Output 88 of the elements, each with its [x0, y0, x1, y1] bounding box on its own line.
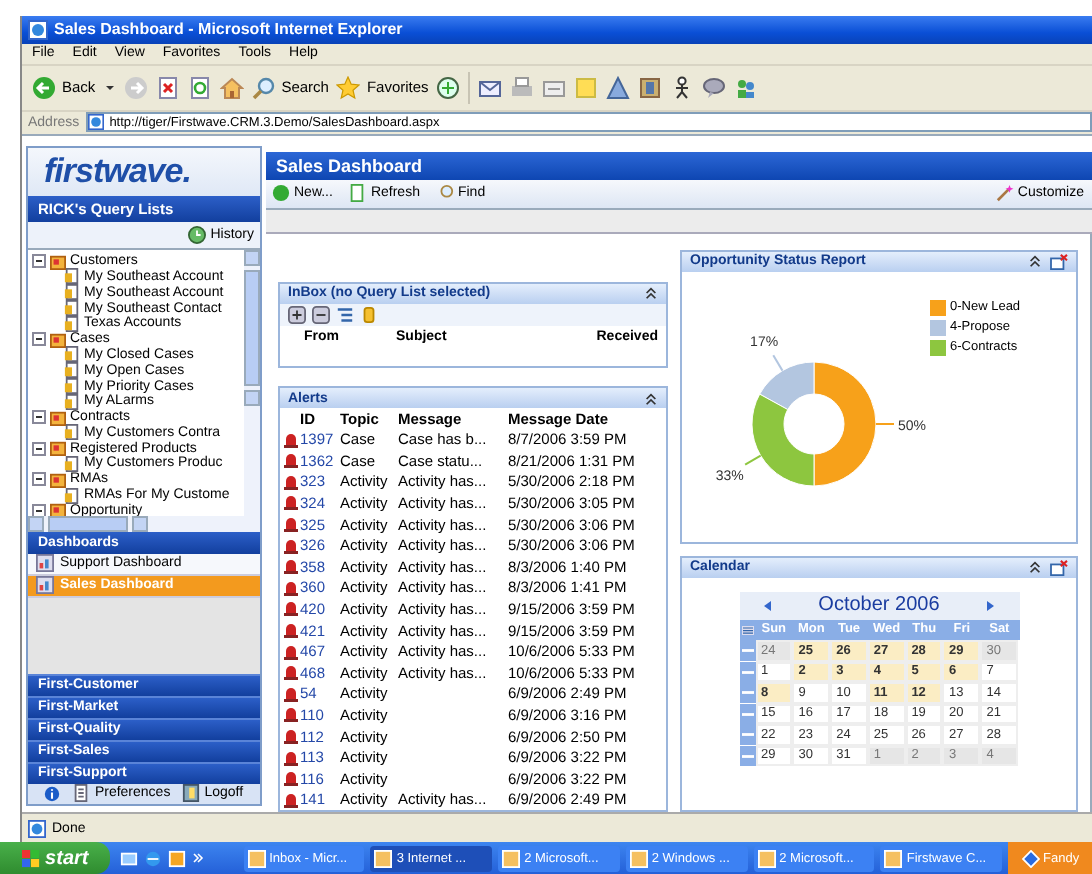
folder-icon — [50, 409, 66, 426]
expander-icon[interactable] — [32, 441, 46, 456]
chart-icon — [36, 554, 54, 573]
diamond-icon — [1021, 849, 1040, 867]
next-month-icon[interactable] — [984, 599, 997, 612]
home-icon[interactable] — [219, 75, 244, 100]
collapse-icon[interactable] — [1028, 560, 1042, 575]
window-icon — [629, 849, 648, 867]
cylinder-icon[interactable] — [360, 305, 378, 324]
collapse-icon[interactable] — [644, 391, 658, 406]
alarm-icon — [283, 537, 297, 554]
window-icon — [757, 849, 776, 867]
leader-line — [744, 454, 762, 466]
alarm-icon — [283, 664, 297, 681]
stop-icon[interactable] — [155, 75, 180, 100]
page-icon — [87, 114, 104, 131]
search-icon — [435, 184, 454, 203]
app-icon[interactable] — [167, 849, 186, 867]
expander-icon[interactable] — [32, 332, 46, 347]
close-window-icon[interactable] — [1050, 253, 1068, 270]
list-icon[interactable] — [336, 305, 354, 324]
print-icon[interactable] — [510, 75, 535, 100]
refresh-icon[interactable] — [187, 75, 212, 100]
expander-icon[interactable] — [32, 472, 46, 487]
folder-icon — [50, 253, 66, 270]
alarm-icon — [283, 685, 297, 702]
collapse-icon[interactable] — [1028, 254, 1042, 269]
close-window-icon[interactable] — [1050, 559, 1068, 576]
alarm-icon — [283, 622, 297, 639]
document-icon — [72, 784, 91, 803]
people-icon[interactable] — [734, 75, 759, 100]
collapse-icon[interactable] — [644, 286, 658, 301]
expand-icon[interactable] — [288, 305, 306, 324]
alarm-icon — [283, 643, 297, 660]
window-icon — [502, 849, 521, 867]
folder-icon — [50, 502, 66, 516]
star-icon — [336, 75, 361, 100]
alarm-icon — [283, 770, 297, 787]
media-icon[interactable] — [436, 75, 461, 100]
clock-icon — [188, 225, 207, 244]
alarm-icon — [283, 494, 297, 511]
window-icon — [884, 849, 903, 867]
caret-icon[interactable] — [103, 81, 116, 94]
search-icon — [251, 75, 276, 100]
horizontal-scrollbar[interactable] — [28, 515, 260, 532]
door-icon — [182, 784, 201, 803]
alarm-icon — [283, 600, 297, 617]
back-icon — [32, 75, 56, 100]
folder-icon — [50, 331, 66, 348]
window-icon — [247, 849, 266, 867]
alarm-icon — [283, 728, 297, 744]
desktop-icon[interactable] — [119, 849, 138, 867]
alarm-icon — [283, 579, 297, 596]
expander-icon[interactable] — [32, 254, 46, 269]
expander-icon[interactable] — [32, 410, 46, 425]
document-icon — [348, 184, 367, 203]
chat-icon[interactable] — [702, 75, 727, 100]
month-title: October 2006 — [818, 594, 940, 617]
window-icon — [374, 849, 393, 867]
circle-icon — [272, 184, 290, 203]
leader-line — [772, 353, 784, 372]
chevron-icon[interactable] — [191, 852, 204, 864]
expander-icon[interactable] — [32, 503, 46, 516]
page-icon — [28, 819, 46, 838]
alarm-icon — [283, 516, 297, 533]
folder-icon — [50, 440, 66, 457]
chart-icon — [36, 576, 54, 595]
leader-line — [875, 422, 895, 425]
alarm-icon — [283, 749, 297, 766]
alarm-icon — [283, 431, 297, 448]
logo: firstwave. — [28, 147, 260, 196]
pyramid-icon[interactable] — [606, 75, 631, 100]
alarm-icon — [283, 558, 297, 575]
folder-icon — [50, 471, 66, 488]
collapse-all-icon[interactable] — [312, 305, 330, 324]
alarm-icon — [283, 452, 297, 469]
alarm-icon — [283, 706, 297, 723]
wand-icon — [995, 184, 1014, 203]
mail-icon[interactable] — [478, 75, 503, 100]
alarm-icon — [283, 473, 297, 490]
window-title: Sales Dashboard - Microsoft Internet Explorer — [54, 20, 403, 39]
book-icon[interactable] — [638, 75, 663, 100]
flag-icon — [21, 849, 40, 867]
previous-month-icon[interactable] — [761, 599, 774, 612]
info-icon[interactable] — [44, 785, 61, 802]
alarm-icon — [283, 791, 297, 808]
vertical-scrollbar[interactable] — [244, 249, 260, 516]
page-title: Sales Dashboard — [266, 151, 1092, 180]
